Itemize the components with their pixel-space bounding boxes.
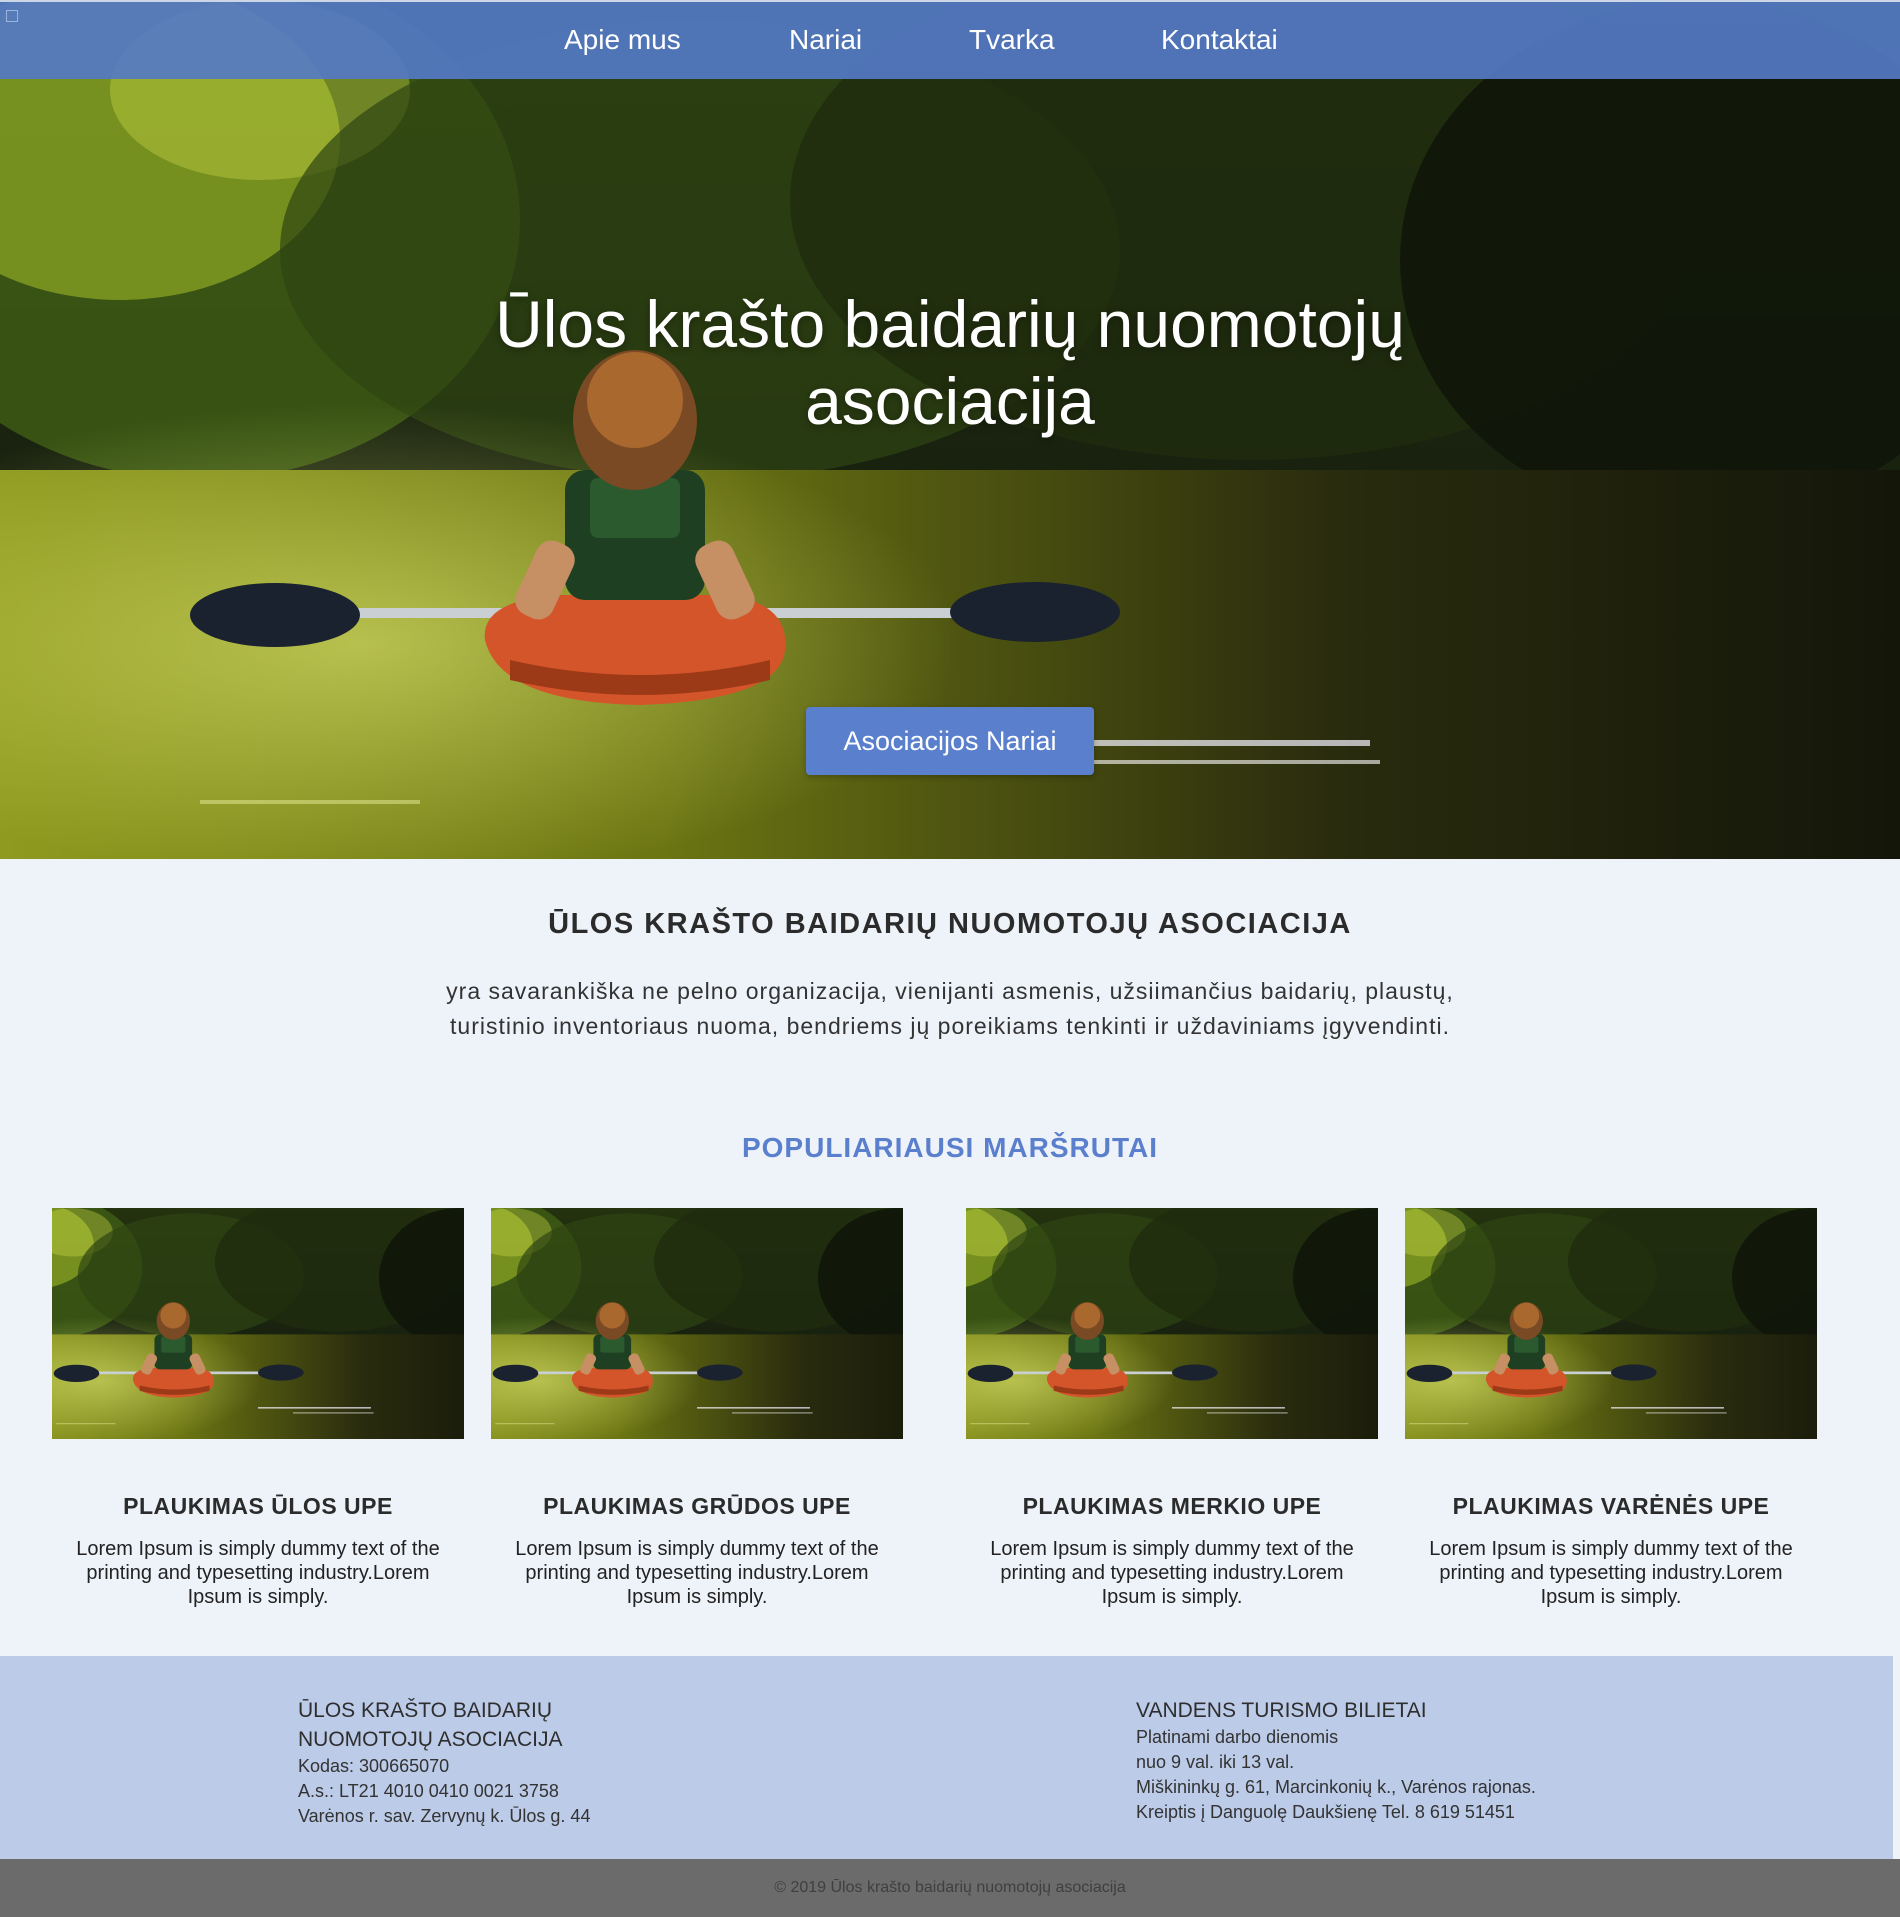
- route-description: Lorem Ipsum is simply dummy text of the …: [990, 1538, 1354, 1608]
- copyright-bar: © 2019 Ūlos krašto baidarių nuomotojų as…: [0, 1859, 1900, 1917]
- top-navigation: Apie mus Nariai Tvarka Kontaktai: [0, 0, 1900, 79]
- routes-heading: POPULIARIAUSI MARŠRUTAI: [741, 1132, 1159, 1163]
- footer-org-name-line2: NUOMOTOJŲ ASOCIACIJA: [298, 1728, 563, 1751]
- footer-tickets-hours: nuo 9 val. iki 13 val.: [1136, 1752, 1295, 1772]
- nav-link-kontaktai[interactable]: Kontaktai: [1161, 24, 1278, 56]
- route-card-merkys: PLAUKIMAS MERKIO UPE Lorem Ipsum is simp…: [966, 1208, 1378, 1609]
- footer-org-name-line1: ŪLOS KRAŠTO BAIDARIŲ: [298, 1699, 553, 1722]
- footer-address: Varėnos r. sav. Zervynų k. Ūlos g. 44: [298, 1806, 591, 1826]
- route-title: PLAUKIMAS GRŪDOS UPE: [543, 1493, 851, 1519]
- association-members-button[interactable]: Asociacijos Nariai: [806, 707, 1094, 775]
- nav-link-apie-mus[interactable]: Apie mus: [564, 24, 681, 56]
- footer-tickets-title: VANDENS TURISMO BILIETAI: [1136, 1699, 1427, 1722]
- route-card-varene: PLAUKIMAS VARĖNĖS UPE Lorem Ipsum is sim…: [1405, 1208, 1817, 1609]
- route-card-gruda: PLAUKIMAS GRŪDOS UPE Lorem Ipsum is simp…: [491, 1208, 903, 1609]
- route-image[interactable]: [491, 1208, 903, 1439]
- route-title: PLAUKIMAS MERKIO UPE: [1022, 1493, 1322, 1519]
- footer-bank-account: A.s.: LT21 4010 0410 0021 3758: [298, 1781, 559, 1801]
- route-description: Lorem Ipsum is simply dummy text of the …: [515, 1538, 879, 1608]
- footer-tickets-info: VANDENS TURISMO BILIETAI Platinami darbo…: [1136, 1696, 1536, 1825]
- route-image[interactable]: [52, 1208, 464, 1439]
- footer-tickets-contact: Kreiptis į Danguolę Daukšienę Tel. 8 619…: [1136, 1802, 1515, 1822]
- footer-org-code: Kodas: 300665070: [298, 1756, 450, 1776]
- intro-text: yra savarankiška ne pelno organizacija, …: [446, 978, 1454, 1039]
- route-title: PLAUKIMAS VARĖNĖS UPE: [1452, 1493, 1770, 1519]
- nav-link-nariai[interactable]: Nariai: [789, 24, 862, 56]
- route-card-ula: PLAUKIMAS ŪLOS UPE Lorem Ipsum is simply…: [52, 1208, 464, 1609]
- broken-image-icon: [6, 10, 18, 22]
- footer-tickets-days: Platinami darbo dienomis: [1136, 1727, 1339, 1747]
- hero-title: Ūlos krašto baidarių nuomotojų asociacij…: [495, 287, 1405, 438]
- footer-association-info: ŪLOS KRAŠTO BAIDARIŲ NUOMOTOJŲ ASOCIACIJ…: [298, 1696, 590, 1829]
- intro-heading: ŪLOS KRAŠTO BAIDARIŲ NUOMOTOJŲ ASOCIACIJ…: [548, 908, 1352, 940]
- footer-tickets-address: Miškininkų g. 61, Marcinkonių k., Varėno…: [1136, 1777, 1536, 1797]
- footer-info: ŪLOS KRAŠTO BAIDARIŲ NUOMOTOJŲ ASOCIACIJ…: [0, 1656, 1893, 1859]
- route-title: PLAUKIMAS ŪLOS UPE: [123, 1493, 393, 1519]
- route-image[interactable]: [966, 1208, 1378, 1439]
- nav-link-tvarka[interactable]: Tvarka: [969, 24, 1055, 56]
- route-description: Lorem Ipsum is simply dummy text of the …: [76, 1538, 440, 1608]
- route-image[interactable]: [1405, 1208, 1817, 1439]
- hero-section: Apie mus Nariai Tvarka Kontaktai Ūlos kr…: [0, 0, 1900, 859]
- route-description: Lorem Ipsum is simply dummy text of the …: [1429, 1538, 1793, 1608]
